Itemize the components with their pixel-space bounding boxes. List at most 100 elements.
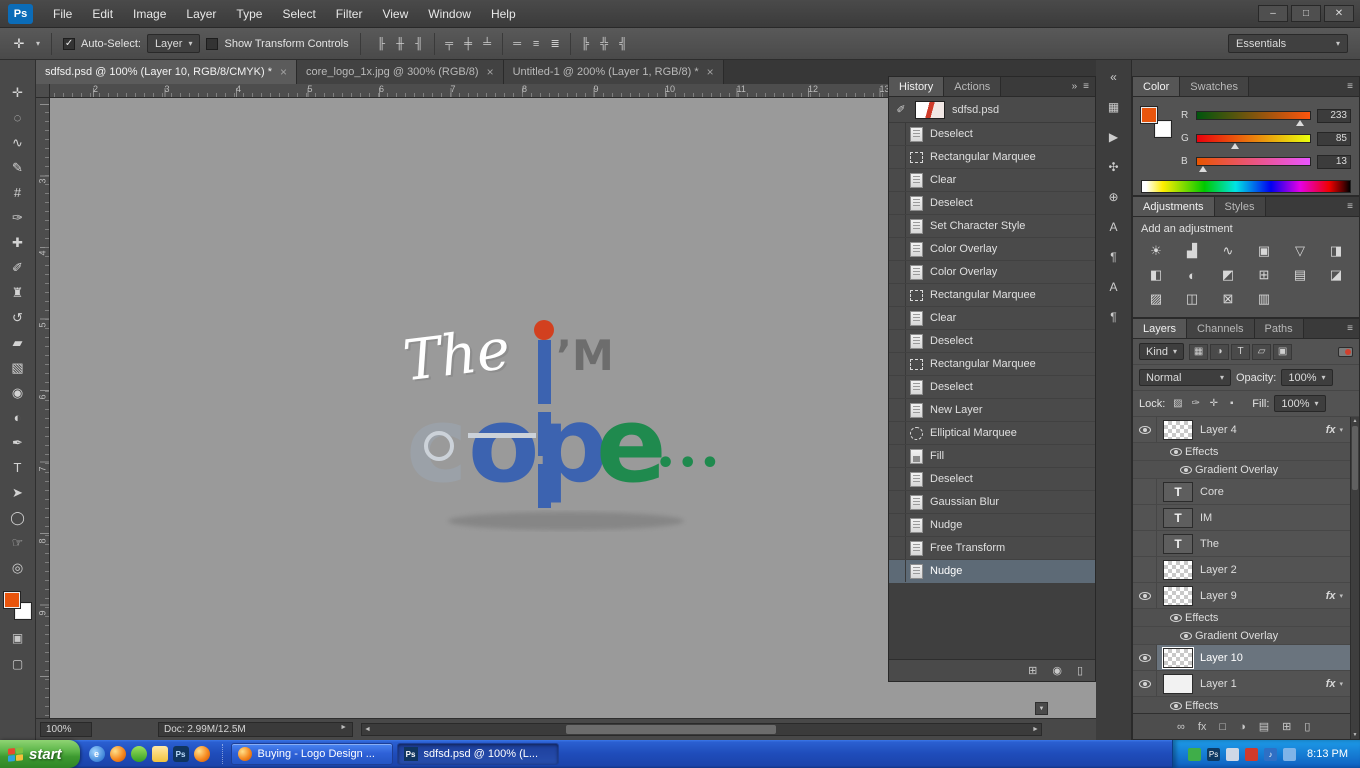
move-tool[interactable]: ✛: [4, 80, 32, 105]
visibility-toggle[interactable]: [1133, 417, 1157, 442]
tab-close-icon[interactable]: ×: [280, 65, 287, 79]
document-tab[interactable]: sdfsd.psd @ 100% (Layer 10, RGB/8/CMYK) …: [36, 60, 297, 84]
horizontal-scrollbar[interactable]: ◄ ►: [361, 723, 1042, 736]
layer-row[interactable]: TCore: [1133, 479, 1350, 505]
layer-effect-row[interactable]: Effects: [1133, 697, 1350, 713]
history-source-cell[interactable]: [889, 537, 906, 559]
firefox-icon[interactable]: [110, 746, 126, 762]
history-source-cell[interactable]: [889, 445, 906, 467]
history-state[interactable]: Rectangular Marquee: [889, 284, 1095, 307]
fx-collapse-icon[interactable]: ▾: [1339, 426, 1343, 434]
tab-adjustments[interactable]: Adjustments: [1133, 197, 1215, 216]
history-source-cell[interactable]: [889, 238, 906, 260]
align-middle-icon[interactable]: ╪: [459, 34, 478, 53]
scrollbar-thumb[interactable]: [1352, 426, 1358, 490]
selective-color-icon[interactable]: ⊠: [1210, 287, 1246, 311]
healing-brush-tool[interactable]: ✚: [4, 230, 32, 255]
channel-mixer-icon[interactable]: ⊞: [1246, 263, 1282, 287]
visibility-toggle[interactable]: [1133, 671, 1157, 696]
history-source-cell[interactable]: [889, 560, 906, 582]
pen-tool[interactable]: ✒: [4, 430, 32, 455]
visibility-toggle[interactable]: [1167, 443, 1185, 460]
tab-swatches[interactable]: Swatches: [1180, 77, 1249, 96]
distribute-center-icon[interactable]: ╬: [595, 34, 614, 53]
history-source-cell[interactable]: [889, 422, 906, 444]
tray-network-icon[interactable]: [1283, 748, 1296, 761]
tool-presets-icon[interactable]: ✣: [1101, 156, 1127, 177]
distribute-top-icon[interactable]: ═: [508, 34, 527, 53]
gradient-map-icon[interactable]: ▥: [1246, 287, 1282, 311]
fx-collapse-icon[interactable]: ▾: [1339, 680, 1343, 688]
history-state[interactable]: Deselect: [889, 376, 1095, 399]
history-state[interactable]: Free Transform: [889, 537, 1095, 560]
visibility-toggle[interactable]: [1133, 505, 1157, 530]
history-source-cell[interactable]: [889, 123, 906, 145]
path-selection-tool[interactable]: ➤: [4, 480, 32, 505]
scroll-left-arrow-icon[interactable]: ◄: [362, 724, 373, 735]
new-layer-icon[interactable]: ⊞: [1282, 720, 1291, 733]
history-state[interactable]: Color Overlay: [889, 238, 1095, 261]
visibility-toggle[interactable]: [1177, 461, 1195, 478]
taskbar-clock[interactable]: 8:13 PM: [1307, 748, 1348, 760]
layer-thumbnail[interactable]: [1163, 674, 1193, 694]
slider-marker[interactable]: [1296, 120, 1304, 126]
tab-close-icon[interactable]: ×: [487, 65, 494, 79]
foreground-color-swatch[interactable]: [1141, 107, 1157, 123]
close-button[interactable]: ✕: [1324, 5, 1354, 22]
history-state[interactable]: New Layer: [889, 399, 1095, 422]
type-tool[interactable]: T: [4, 455, 32, 480]
new-adjustment-icon[interactable]: ◑: [1239, 721, 1246, 733]
quick-mask-icon[interactable]: ▣: [12, 631, 23, 645]
dodge-tool[interactable]: ◐: [4, 405, 32, 430]
history-state[interactable]: Clear: [889, 169, 1095, 192]
distribute-left-icon[interactable]: ╠: [576, 34, 595, 53]
expand-panels-icon[interactable]: «: [1101, 66, 1127, 87]
layer-thumbnail[interactable]: T: [1163, 508, 1193, 528]
layer-thumbnail[interactable]: [1163, 560, 1193, 580]
layer-row[interactable]: Layer 1fx▾: [1133, 671, 1350, 697]
histogram-panel-icon[interactable]: ▦: [1101, 96, 1127, 117]
history-source-cell[interactable]: [889, 261, 906, 283]
layer-fx-badge[interactable]: fx: [1326, 424, 1336, 436]
minimize-button[interactable]: –: [1258, 5, 1288, 22]
delete-layer-icon[interactable]: ▯: [1304, 720, 1310, 733]
layer-fx-badge[interactable]: fx: [1326, 678, 1336, 690]
channel-value[interactable]: 233: [1317, 109, 1351, 123]
history-source-cell[interactable]: [889, 468, 906, 490]
filter-type-icon[interactable]: T: [1231, 344, 1250, 360]
layer-row[interactable]: Layer 10: [1133, 645, 1350, 671]
slider-marker[interactable]: [1231, 143, 1239, 149]
brush-tool[interactable]: ✐: [4, 255, 32, 280]
visibility-toggle[interactable]: [1133, 557, 1157, 582]
taskbar-task[interactable]: Buying - Logo Design ...: [231, 743, 393, 765]
show-transform-checkbox[interactable]: [206, 38, 218, 50]
filter-smart-icon[interactable]: ▣: [1273, 344, 1292, 360]
align-bottom-icon[interactable]: ╧: [478, 34, 497, 53]
history-source-cell[interactable]: [889, 353, 906, 375]
menu-type[interactable]: Type: [226, 0, 272, 27]
scroll-right-arrow-icon[interactable]: ►: [1030, 724, 1041, 735]
history-source-cell[interactable]: [889, 307, 906, 329]
history-source-cell[interactable]: [889, 215, 906, 237]
tab-styles[interactable]: Styles: [1215, 197, 1266, 216]
history-state[interactable]: Gaussian Blur: [889, 491, 1095, 514]
history-state[interactable]: Deselect: [889, 468, 1095, 491]
lock-pixels-icon[interactable]: ✑: [1188, 396, 1203, 411]
history-source-cell[interactable]: [889, 376, 906, 398]
panel-collapse-icon[interactable]: »: [1072, 81, 1078, 92]
visibility-toggle[interactable]: [1177, 627, 1195, 644]
distribute-right-icon[interactable]: ╣: [614, 34, 633, 53]
tray-safely-remove-icon[interactable]: [1226, 748, 1239, 761]
ellipse-tool[interactable]: ◯: [4, 505, 32, 530]
layer-thumbnail[interactable]: [1163, 420, 1193, 440]
browser-icon[interactable]: [194, 746, 210, 762]
align-center-h-icon[interactable]: ╫: [391, 34, 410, 53]
move-tool-preset-icon[interactable]: ✛: [8, 33, 30, 55]
tab-paths[interactable]: Paths: [1255, 319, 1304, 338]
posterize-icon[interactable]: ▨: [1138, 287, 1174, 311]
scrollbar-thumb[interactable]: [566, 725, 776, 734]
history-state[interactable]: Set Character Style: [889, 215, 1095, 238]
lock-position-icon[interactable]: ✛: [1206, 396, 1221, 411]
tool-preset-caret-icon[interactable]: ▾: [36, 39, 40, 48]
layer-thumbnail[interactable]: T: [1163, 534, 1193, 554]
